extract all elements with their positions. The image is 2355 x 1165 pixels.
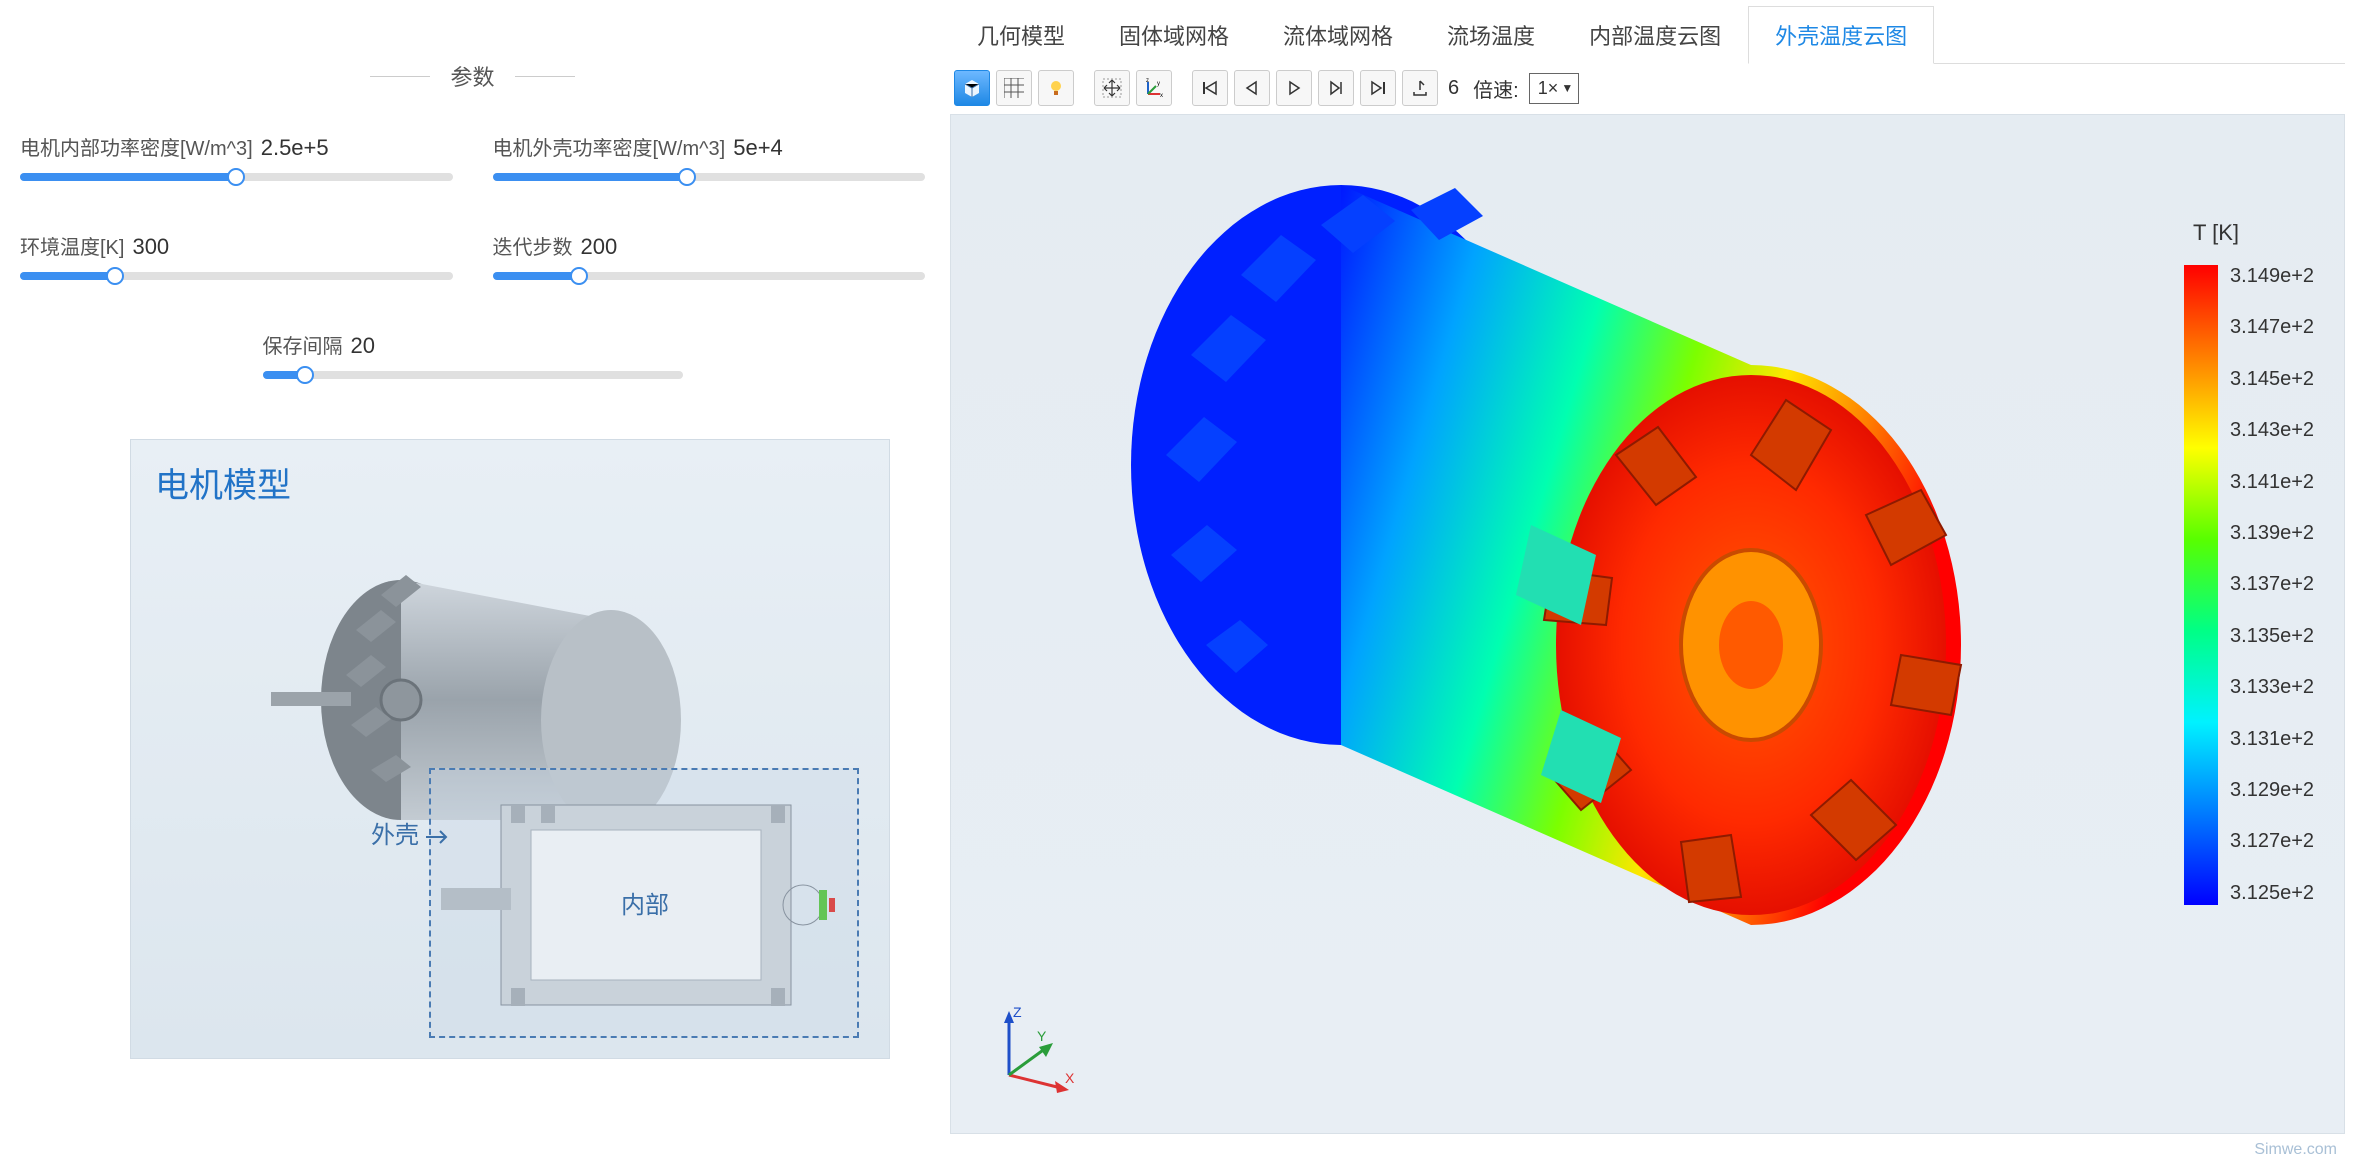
legend-tick: 3.139e+2 — [2230, 522, 2314, 545]
slider-ambient-temp[interactable] — [20, 272, 453, 280]
viewer-toolbar: z y x 6 倍速: 1× — [950, 64, 2345, 114]
slider-thumb[interactable] — [106, 267, 124, 285]
step-back-icon — [1243, 79, 1261, 97]
slider-thumb[interactable] — [296, 366, 314, 384]
first-frame-button[interactable] — [1192, 70, 1228, 106]
slider-outer-power-density[interactable] — [493, 173, 926, 181]
legend-tick: 3.141e+2 — [2230, 471, 2314, 494]
next-frame-button[interactable] — [1318, 70, 1354, 106]
param-value: 5e+4 — [733, 135, 783, 161]
arrow-right-icon — [426, 828, 454, 846]
slider-thumb[interactable] — [227, 168, 245, 186]
param-outer-power-density: 电机外壳功率密度[W/m^3] 5e+4 — [493, 132, 926, 181]
param-value: 300 — [132, 234, 169, 260]
param-value: 2.5e+5 — [261, 135, 329, 161]
result-panel: 几何模型 固体域网格 流体域网格 流场温度 内部温度云图 外壳温度云图 z y x — [945, 0, 2355, 1165]
grid-icon — [1004, 78, 1024, 98]
axes-icon: z y x — [1144, 78, 1164, 98]
viewport-3d[interactable]: T [K] 3.149e+2 3.147e+2 3.145e+2 3.143e+… — [950, 114, 2345, 1134]
tab-fluid-mesh[interactable]: 流体域网格 — [1256, 6, 1420, 64]
frame-number: 6 — [1444, 77, 1463, 100]
model-diagram: 电机模型 — [130, 439, 890, 1059]
legend-tick: 3.135e+2 — [2230, 625, 2314, 648]
label-outer-shell: 外壳 — [371, 815, 454, 850]
move-icon — [1102, 78, 1122, 98]
legend-tick: 3.127e+2 — [2230, 830, 2314, 853]
step-forward-icon — [1327, 79, 1345, 97]
colorbar-gradient — [2184, 265, 2218, 905]
legend-tick: 3.133e+2 — [2230, 676, 2314, 699]
legend-tick: 3.143e+2 — [2230, 419, 2314, 442]
skip-last-icon — [1369, 79, 1387, 97]
slider-inner-power-density[interactable] — [20, 173, 453, 181]
svg-text:z: z — [1146, 78, 1149, 84]
axis-x-label: X — [1065, 1070, 1075, 1086]
legend-tick: 3.137e+2 — [2230, 573, 2314, 596]
motor-temperature-render — [1031, 155, 2031, 1055]
legend-title: T [K] — [2193, 220, 2239, 246]
param-label: 电机内部功率密度[W/m^3] — [20, 132, 253, 161]
tab-outer-temp[interactable]: 外壳温度云图 — [1748, 6, 1934, 64]
grid-button[interactable] — [996, 70, 1032, 106]
light-button[interactable] — [1038, 70, 1074, 106]
param-save-interval: 保存间隔 20 — [263, 330, 683, 379]
last-frame-button[interactable] — [1360, 70, 1396, 106]
speed-label: 倍速: — [1469, 74, 1523, 103]
result-tabs: 几何模型 固体域网格 流体域网格 流场温度 内部温度云图 外壳温度云图 — [950, 5, 2345, 64]
tab-inner-temp[interactable]: 内部温度云图 — [1562, 6, 1748, 64]
legend-tick: 3.149e+2 — [2230, 265, 2314, 288]
axes-button[interactable]: z y x — [1136, 70, 1172, 106]
legend-tick: 3.147e+2 — [2230, 316, 2314, 339]
speed-select[interactable]: 1× — [1529, 73, 1580, 104]
cube-icon — [961, 77, 983, 99]
axis-z-label: Z — [1013, 1004, 1022, 1020]
slider-thumb[interactable] — [678, 168, 696, 186]
section-title: 参数 — [10, 60, 935, 92]
scene-3d-button[interactable] — [954, 70, 990, 106]
param-label: 环境温度[K] — [20, 231, 124, 260]
play-icon — [1285, 79, 1303, 97]
legend-tick: 3.125e+2 — [2230, 882, 2314, 905]
svg-text:x: x — [1160, 93, 1163, 98]
slider-save-interval[interactable] — [263, 371, 683, 379]
play-button[interactable] — [1276, 70, 1312, 106]
svg-text:y: y — [1157, 81, 1160, 87]
legend-tick: 3.145e+2 — [2230, 368, 2314, 391]
label-inner: 内部 — [621, 885, 669, 920]
axis-y-label: Y — [1037, 1028, 1047, 1044]
param-value: 20 — [351, 333, 375, 359]
tab-geometry[interactable]: 几何模型 — [950, 6, 1092, 64]
model-title: 电机模型 — [131, 440, 889, 525]
skip-first-icon — [1201, 79, 1219, 97]
colorbar-ticks: 3.149e+2 3.147e+2 3.145e+2 3.143e+2 3.14… — [2230, 265, 2314, 905]
param-ambient-temp: 环境温度[K] 300 — [20, 231, 453, 280]
speed-value: 1× — [1538, 78, 1559, 98]
move-button[interactable] — [1094, 70, 1130, 106]
param-iterations: 迭代步数 200 — [493, 231, 926, 280]
color-legend: 3.149e+2 3.147e+2 3.145e+2 3.143e+2 3.14… — [2184, 265, 2314, 905]
export-icon — [1410, 78, 1430, 98]
param-label: 迭代步数 — [493, 231, 573, 260]
export-button[interactable] — [1402, 70, 1438, 106]
lightbulb-icon — [1046, 78, 1066, 98]
watermark: Simwe.com — [2254, 1141, 2337, 1159]
parameters-panel: 参数 电机内部功率密度[W/m^3] 2.5e+5 电机外壳功率密度[W/m^3… — [0, 0, 945, 1165]
tab-solid-mesh[interactable]: 固体域网格 — [1092, 6, 1256, 64]
tab-flow-temp[interactable]: 流场温度 — [1420, 6, 1562, 64]
slider-thumb[interactable] — [570, 267, 588, 285]
param-label: 保存间隔 — [263, 330, 343, 359]
cross-section-box: 外壳 内部 — [429, 768, 859, 1038]
param-label: 电机外壳功率密度[W/m^3] — [493, 132, 726, 161]
param-value: 200 — [581, 234, 618, 260]
param-inner-power-density: 电机内部功率密度[W/m^3] 2.5e+5 — [20, 132, 453, 181]
legend-tick: 3.131e+2 — [2230, 728, 2314, 751]
legend-tick: 3.129e+2 — [2230, 779, 2314, 802]
prev-frame-button[interactable] — [1234, 70, 1270, 106]
axis-triad-icon: Z X Y — [991, 1003, 1081, 1093]
slider-iterations[interactable] — [493, 272, 926, 280]
